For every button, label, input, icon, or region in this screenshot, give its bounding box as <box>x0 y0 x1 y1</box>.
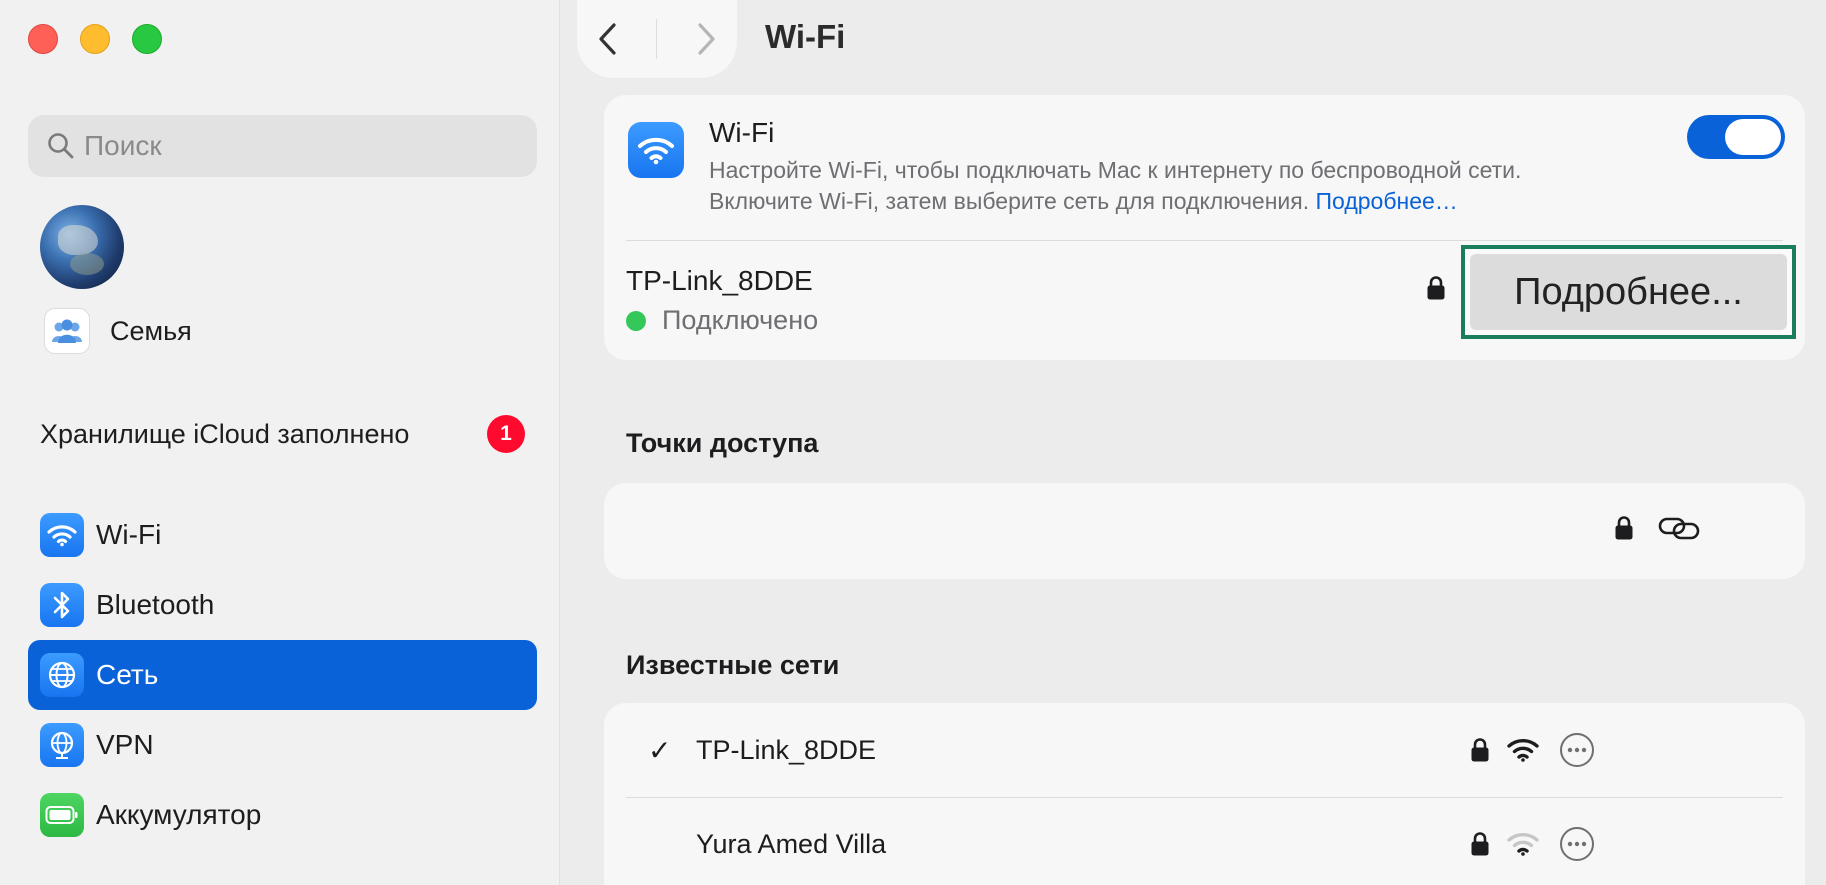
icloud-storage-item[interactable]: Хранилище iCloud заполнено 1 <box>40 415 525 453</box>
lock-icon <box>1471 738 1489 762</box>
details-button[interactable]: Подробнее... <box>1470 254 1787 330</box>
known-network-row[interactable]: Yura Amed Villa <box>604 797 1805 885</box>
sidebar-item-label: Аккумулятор <box>96 799 262 830</box>
sidebar-item-network[interactable]: Сеть <box>28 640 537 710</box>
details-button-highlight[interactable]: Подробнее... <box>1461 245 1796 339</box>
wifi-toggle[interactable] <box>1687 115 1785 159</box>
wifi-signal-icon <box>1507 739 1539 762</box>
connected-dot-icon <box>626 310 646 331</box>
hotspots-card <box>604 483 1805 579</box>
search-input[interactable] <box>84 130 504 162</box>
wifi-icon <box>628 122 684 178</box>
lock-icon <box>1615 516 1633 540</box>
minimize-window-button[interactable] <box>80 24 110 54</box>
sidebar-item-battery[interactable]: Аккумулятор <box>28 780 537 850</box>
sidebar-nav: Wi-Fi Bluetooth Сеть VPN Аккумулятор <box>28 500 537 850</box>
more-options-icon[interactable] <box>1559 826 1595 862</box>
checkmark-icon: ✓ <box>648 734 672 766</box>
connection-status-label: Подключено <box>662 305 819 335</box>
history-nav <box>577 0 737 78</box>
family-icon <box>44 308 90 354</box>
known-network-name: TP-Link_8DDE <box>696 734 877 765</box>
forward-button[interactable] <box>693 21 719 57</box>
known-networks-card: ✓ TP-Link_8DDE Yura Amed Villa <box>604 703 1805 885</box>
wifi-card: Wi-Fi Настройте Wi-Fi, чтобы подключать … <box>604 95 1805 360</box>
sidebar-item-wifi[interactable]: Wi-Fi <box>28 500 537 570</box>
wifi-desc-line1: Настройте Wi-Fi, чтобы подключать Mac к … <box>709 157 1522 183</box>
current-network-name: TP-Link_8DDE <box>626 265 813 296</box>
search-field[interactable] <box>28 115 537 177</box>
window-controls <box>28 24 162 54</box>
hotspots-title: Точки доступа <box>626 428 819 458</box>
sidebar: Семья Хранилище iCloud заполнено 1 Wi-Fi <box>0 0 560 885</box>
vpn-globe-icon <box>40 723 84 767</box>
sidebar-item-label: Wi-Fi <box>96 519 162 550</box>
sidebar-item-label: Bluetooth <box>96 589 215 620</box>
personal-hotspot-link-icon[interactable] <box>1657 513 1701 543</box>
learn-more-link[interactable]: Подробнее… <box>1316 188 1458 214</box>
known-network-row[interactable]: ✓ TP-Link_8DDE <box>604 703 1805 797</box>
known-networks-title: Известные сети <box>626 650 840 680</box>
connection-status: Подключено <box>626 305 818 336</box>
wifi-icon <box>40 513 84 557</box>
bluetooth-icon <box>40 583 84 627</box>
wifi-signal-weak-icon <box>1507 833 1539 856</box>
known-network-name: Yura Amed Villa <box>696 828 887 859</box>
zoom-window-button[interactable] <box>132 24 162 54</box>
sidebar-item-label: VPN <box>96 729 154 760</box>
page-title: Wi-Fi <box>765 18 846 55</box>
search-icon <box>48 133 74 159</box>
divider <box>626 240 1783 241</box>
wifi-description: Настройте Wi-Fi, чтобы подключать Mac к … <box>709 155 1669 217</box>
family-item[interactable]: Семья <box>44 308 192 354</box>
main-content: Wi-Fi Wi-Fi Настройте Wi-Fi, чтобы подкл… <box>560 0 1826 885</box>
battery-icon <box>40 793 84 837</box>
globe-icon <box>40 653 84 697</box>
back-button[interactable] <box>595 21 621 57</box>
lock-icon <box>1427 276 1445 300</box>
wifi-desc-line2: Включите Wi-Fi, затем выберите сеть для … <box>709 188 1310 214</box>
lock-icon <box>1471 832 1489 856</box>
wifi-title: Wi-Fi <box>709 117 775 148</box>
nav-separator <box>656 19 658 59</box>
family-label: Семья <box>110 315 192 346</box>
sidebar-item-bluetooth[interactable]: Bluetooth <box>28 570 537 640</box>
sidebar-item-label: Сеть <box>96 659 159 690</box>
notification-badge: 1 <box>487 415 525 453</box>
more-options-icon[interactable] <box>1559 732 1595 768</box>
sidebar-item-vpn[interactable]: VPN <box>28 710 537 780</box>
avatar[interactable] <box>40 205 124 289</box>
close-window-button[interactable] <box>28 24 58 54</box>
icloud-storage-label: Хранилище iCloud заполнено <box>40 418 410 449</box>
